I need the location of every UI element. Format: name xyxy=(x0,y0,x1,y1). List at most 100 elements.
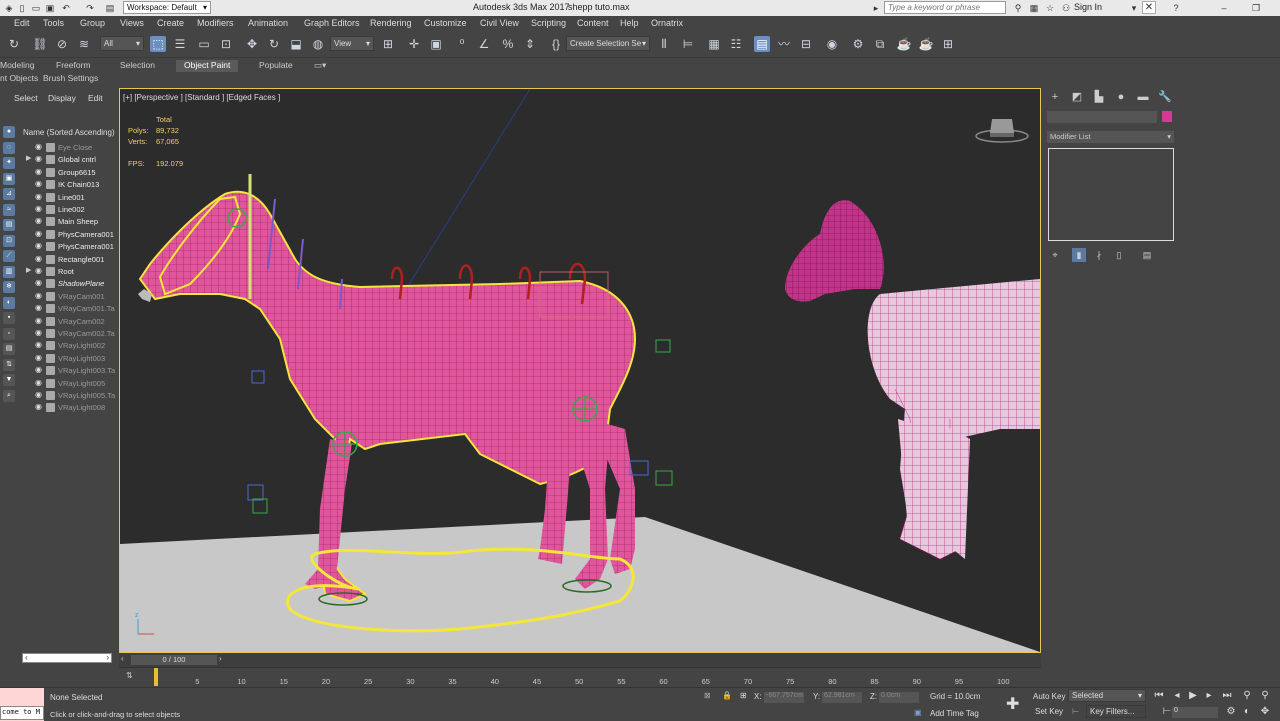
time-tag-icon[interactable]: ▣ xyxy=(914,708,922,717)
display-xrefs-icon[interactable]: ⊡ xyxy=(3,234,15,247)
toggle-ribbon-icon[interactable]: ▤ xyxy=(754,36,770,52)
ribbon-options-icon[interactable]: ▭▾ xyxy=(314,60,326,72)
help-icon[interactable]: ? xyxy=(1170,2,1182,14)
scene-object-row[interactable]: ◉ Line002 xyxy=(26,204,116,216)
explorer-tab-display[interactable]: Display xyxy=(48,93,76,103)
time-slider-left-icon[interactable]: ‹ xyxy=(121,654,124,663)
field-of-view-icon[interactable]: ◐ xyxy=(1240,705,1254,719)
visibility-eye-icon[interactable]: ◉ xyxy=(35,402,42,411)
tab-selection[interactable]: Selection xyxy=(120,60,155,72)
scale-icon[interactable]: ⬓ xyxy=(288,36,304,52)
previous-frame-icon[interactable]: ◂ xyxy=(1170,689,1184,703)
tab-freeform[interactable]: Freeform xyxy=(56,60,90,72)
visibility-eye-icon[interactable]: ◉ xyxy=(35,204,42,213)
visibility-eye-icon[interactable]: ◉ xyxy=(35,216,42,225)
set-key-button-icon[interactable]: ✚ xyxy=(1006,694,1019,714)
scene-object-row[interactable]: ◉ VRayLight002 xyxy=(26,340,116,352)
next-frame-icon[interactable]: ▸ xyxy=(1202,689,1216,703)
menu-views[interactable]: Views xyxy=(120,18,144,28)
scene-object-row[interactable]: ◉ VRayLight003 xyxy=(26,353,116,365)
scene-object-row[interactable]: ◉ Eye Close xyxy=(26,142,116,154)
explorer-tab-edit[interactable]: Edit xyxy=(88,93,103,103)
expand-arrow-icon[interactable]: ▶ xyxy=(26,266,31,274)
scene-object-row[interactable]: ◉ Main Sheep xyxy=(26,216,116,228)
find-icon[interactable]: ⌕ xyxy=(3,389,15,402)
visibility-eye-icon[interactable]: ◉ xyxy=(35,241,42,250)
selection-filter-dropdown[interactable]: All ▾ xyxy=(100,36,144,51)
display-shapes-icon[interactable]: ◌ xyxy=(3,141,15,154)
visibility-eye-icon[interactable]: ◉ xyxy=(35,179,42,188)
menu-animation[interactable]: Animation xyxy=(248,18,288,28)
select-object-icon[interactable]: ⬚ xyxy=(150,36,166,52)
select-manipulate-icon[interactable]: ✛ xyxy=(406,36,422,52)
visibility-eye-icon[interactable]: ◉ xyxy=(35,365,42,374)
scene-object-row[interactable]: ◉ VRayLight003.Ta xyxy=(26,365,116,377)
modifier-stack[interactable] xyxy=(1048,148,1174,241)
rendered-frame-window-icon[interactable]: ⧉ xyxy=(872,36,888,52)
visibility-eye-icon[interactable]: ◉ xyxy=(35,229,42,238)
menu-group[interactable]: Group xyxy=(80,18,105,28)
menu-scripting[interactable]: Scripting xyxy=(531,18,566,28)
edit-named-selection-icon[interactable]: {} xyxy=(548,36,564,52)
visibility-eye-icon[interactable]: ◉ xyxy=(35,303,42,312)
explorer-horizontal-scrollbar[interactable]: ‹ › xyxy=(22,653,112,663)
utilities-tab-icon[interactable]: 🔧 xyxy=(1158,90,1172,104)
orbit-icon[interactable]: ✥ xyxy=(1258,705,1272,719)
tab-object-paint[interactable]: Object Paint xyxy=(176,60,239,72)
menu-tools[interactable]: Tools xyxy=(43,18,64,28)
percent-snap-icon[interactable]: % xyxy=(500,36,516,52)
visibility-eye-icon[interactable]: ◉ xyxy=(35,340,42,349)
scene-object-row[interactable]: ▶ ◉ Global cntrl xyxy=(26,154,116,166)
pivot-center-icon[interactable]: ⊞ xyxy=(380,36,396,52)
rectangle-selection-icon[interactable]: ▭ xyxy=(196,36,212,52)
visibility-eye-icon[interactable]: ◉ xyxy=(35,254,42,263)
column-header-name[interactable]: Name (Sorted Ascending) xyxy=(23,128,115,137)
scene-object-row[interactable]: ◉ Line001 xyxy=(26,192,116,204)
scene-object-row[interactable]: ◉ ShadowPlane xyxy=(26,278,116,290)
key-mode-icon[interactable]: ⊢ xyxy=(1072,707,1079,716)
menu-graph-editors[interactable]: Graph Editors xyxy=(304,18,360,28)
snaps-toggle-icon[interactable]: ⁰ xyxy=(454,36,470,52)
open-file-icon[interactable]: ▭ xyxy=(30,2,42,14)
y-coordinate-field[interactable]: 62.981cm xyxy=(822,692,862,703)
menu-create[interactable]: Create xyxy=(157,18,184,28)
scene-object-row[interactable]: ◉ VRayCam002.Ta xyxy=(26,328,116,340)
pin-stack-icon[interactable]: ⌖ xyxy=(1048,248,1062,262)
z-coordinate-field[interactable]: 0.0cm xyxy=(879,692,919,703)
visibility-eye-icon[interactable]: ◉ xyxy=(35,142,42,151)
maxscript-mini-listener[interactable]: come to M xyxy=(0,706,44,720)
create-tab-icon[interactable]: + xyxy=(1048,90,1062,104)
configure-modifier-sets-icon[interactable]: ▤ xyxy=(1140,248,1154,262)
go-to-start-icon[interactable]: ⏮ xyxy=(1152,689,1166,703)
scene-object-row[interactable]: ◉ VRayLight005.Ta xyxy=(26,390,116,402)
move-icon[interactable]: ✥ xyxy=(244,36,260,52)
rotate-icon[interactable]: ↻ xyxy=(266,36,282,52)
time-slider[interactable]: 0 / 100 xyxy=(131,655,217,665)
scroll-left-icon[interactable]: ‹ xyxy=(25,653,28,662)
selection-lock-icon[interactable]: 🔒 xyxy=(722,691,732,700)
explorer-tab-select[interactable]: Select xyxy=(14,93,38,103)
play-icon[interactable]: ▶ xyxy=(1186,689,1200,703)
curve-editor-icon[interactable]: 〰 xyxy=(776,36,792,52)
visibility-eye-icon[interactable]: ◉ xyxy=(35,266,42,275)
render-setup-icon[interactable]: ⚙ xyxy=(850,36,866,52)
visibility-eye-icon[interactable]: ◉ xyxy=(35,167,42,176)
display-helpers-icon[interactable]: ⊿ xyxy=(3,188,15,200)
visibility-eye-icon[interactable]: ◉ xyxy=(35,316,42,325)
visibility-eye-icon[interactable]: ◉ xyxy=(35,278,42,287)
object-color-swatch[interactable] xyxy=(1162,111,1172,122)
scene-object-row[interactable]: ◉ PhysCamera001 xyxy=(26,229,116,241)
visibility-eye-icon[interactable]: ◉ xyxy=(35,390,42,399)
menu-content[interactable]: Content xyxy=(577,18,609,28)
time-slider-right-icon[interactable]: › xyxy=(219,654,222,663)
zoom-all-icon[interactable]: ⚲ xyxy=(1258,689,1272,703)
named-selection-set-dropdown[interactable]: Create Selection Se ▾ xyxy=(566,36,650,51)
spinner-snap-icon[interactable]: ⇕ xyxy=(522,36,538,52)
workspace-dropdown[interactable]: Workspace: Default ▾ xyxy=(123,1,211,14)
modifier-list-dropdown[interactable]: Modifier List ▾ xyxy=(1047,131,1174,143)
motion-tab-icon[interactable]: ● xyxy=(1114,90,1128,104)
bind-space-warp-icon[interactable]: ≋ xyxy=(76,36,92,52)
display-tab-icon[interactable]: ▬ xyxy=(1136,90,1150,104)
visibility-eye-icon[interactable]: ◉ xyxy=(35,328,42,337)
remove-modifier-icon[interactable]: ▯ xyxy=(1112,248,1126,262)
